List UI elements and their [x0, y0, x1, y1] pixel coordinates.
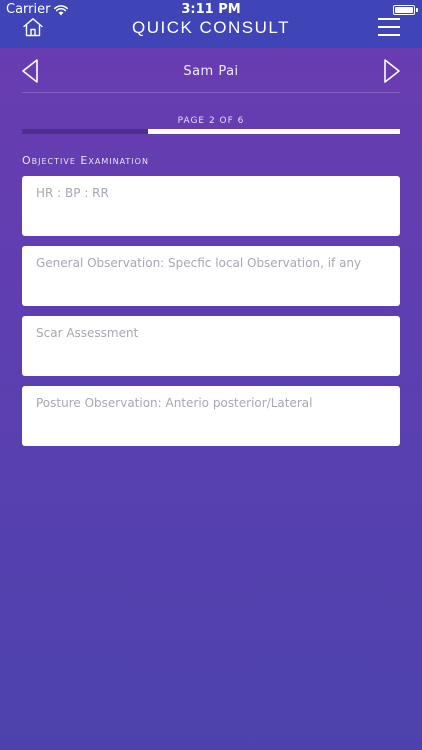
patient-name: Sam Pai	[183, 64, 239, 79]
section-heading: Objective Examination	[22, 154, 149, 167]
menu-button[interactable]	[378, 18, 400, 36]
header-bar: Carrier 3:11 PM QUICK CONSULT	[0, 0, 422, 48]
field-placeholder: General Observation: Specfic local Obser…	[36, 256, 362, 270]
field-placeholder: Scar Assessment	[36, 326, 139, 340]
patient-nav: Sam Pai	[0, 56, 422, 88]
page-indicator: PAGE 2 OF 6	[177, 116, 245, 126]
quick-consult-screen: Carrier 3:11 PM QUICK CONSULT Sam Pai PA…	[0, 0, 422, 750]
next-patient-button[interactable]	[382, 58, 402, 84]
page-title: QUICK CONSULT	[131, 18, 291, 37]
field-placeholder: Posture Observation: Anterio posterior/L…	[36, 396, 313, 410]
triangle-right-icon	[384, 59, 400, 83]
nav-divider	[22, 92, 400, 93]
battery-icon	[393, 5, 418, 15]
progress-bar	[22, 129, 400, 134]
scar-assessment-field[interactable]: Scar Assessment	[22, 316, 400, 376]
posture-observation-field[interactable]: Posture Observation: Anterio posterior/L…	[22, 386, 400, 446]
vitals-field[interactable]: HR : BP : RR	[22, 176, 400, 236]
progress-fill	[22, 129, 148, 134]
general-observation-field[interactable]: General Observation: Specfic local Obser…	[22, 246, 400, 306]
field-placeholder: HR : BP : RR	[36, 186, 109, 200]
status-time: 3:11 PM	[181, 2, 241, 17]
